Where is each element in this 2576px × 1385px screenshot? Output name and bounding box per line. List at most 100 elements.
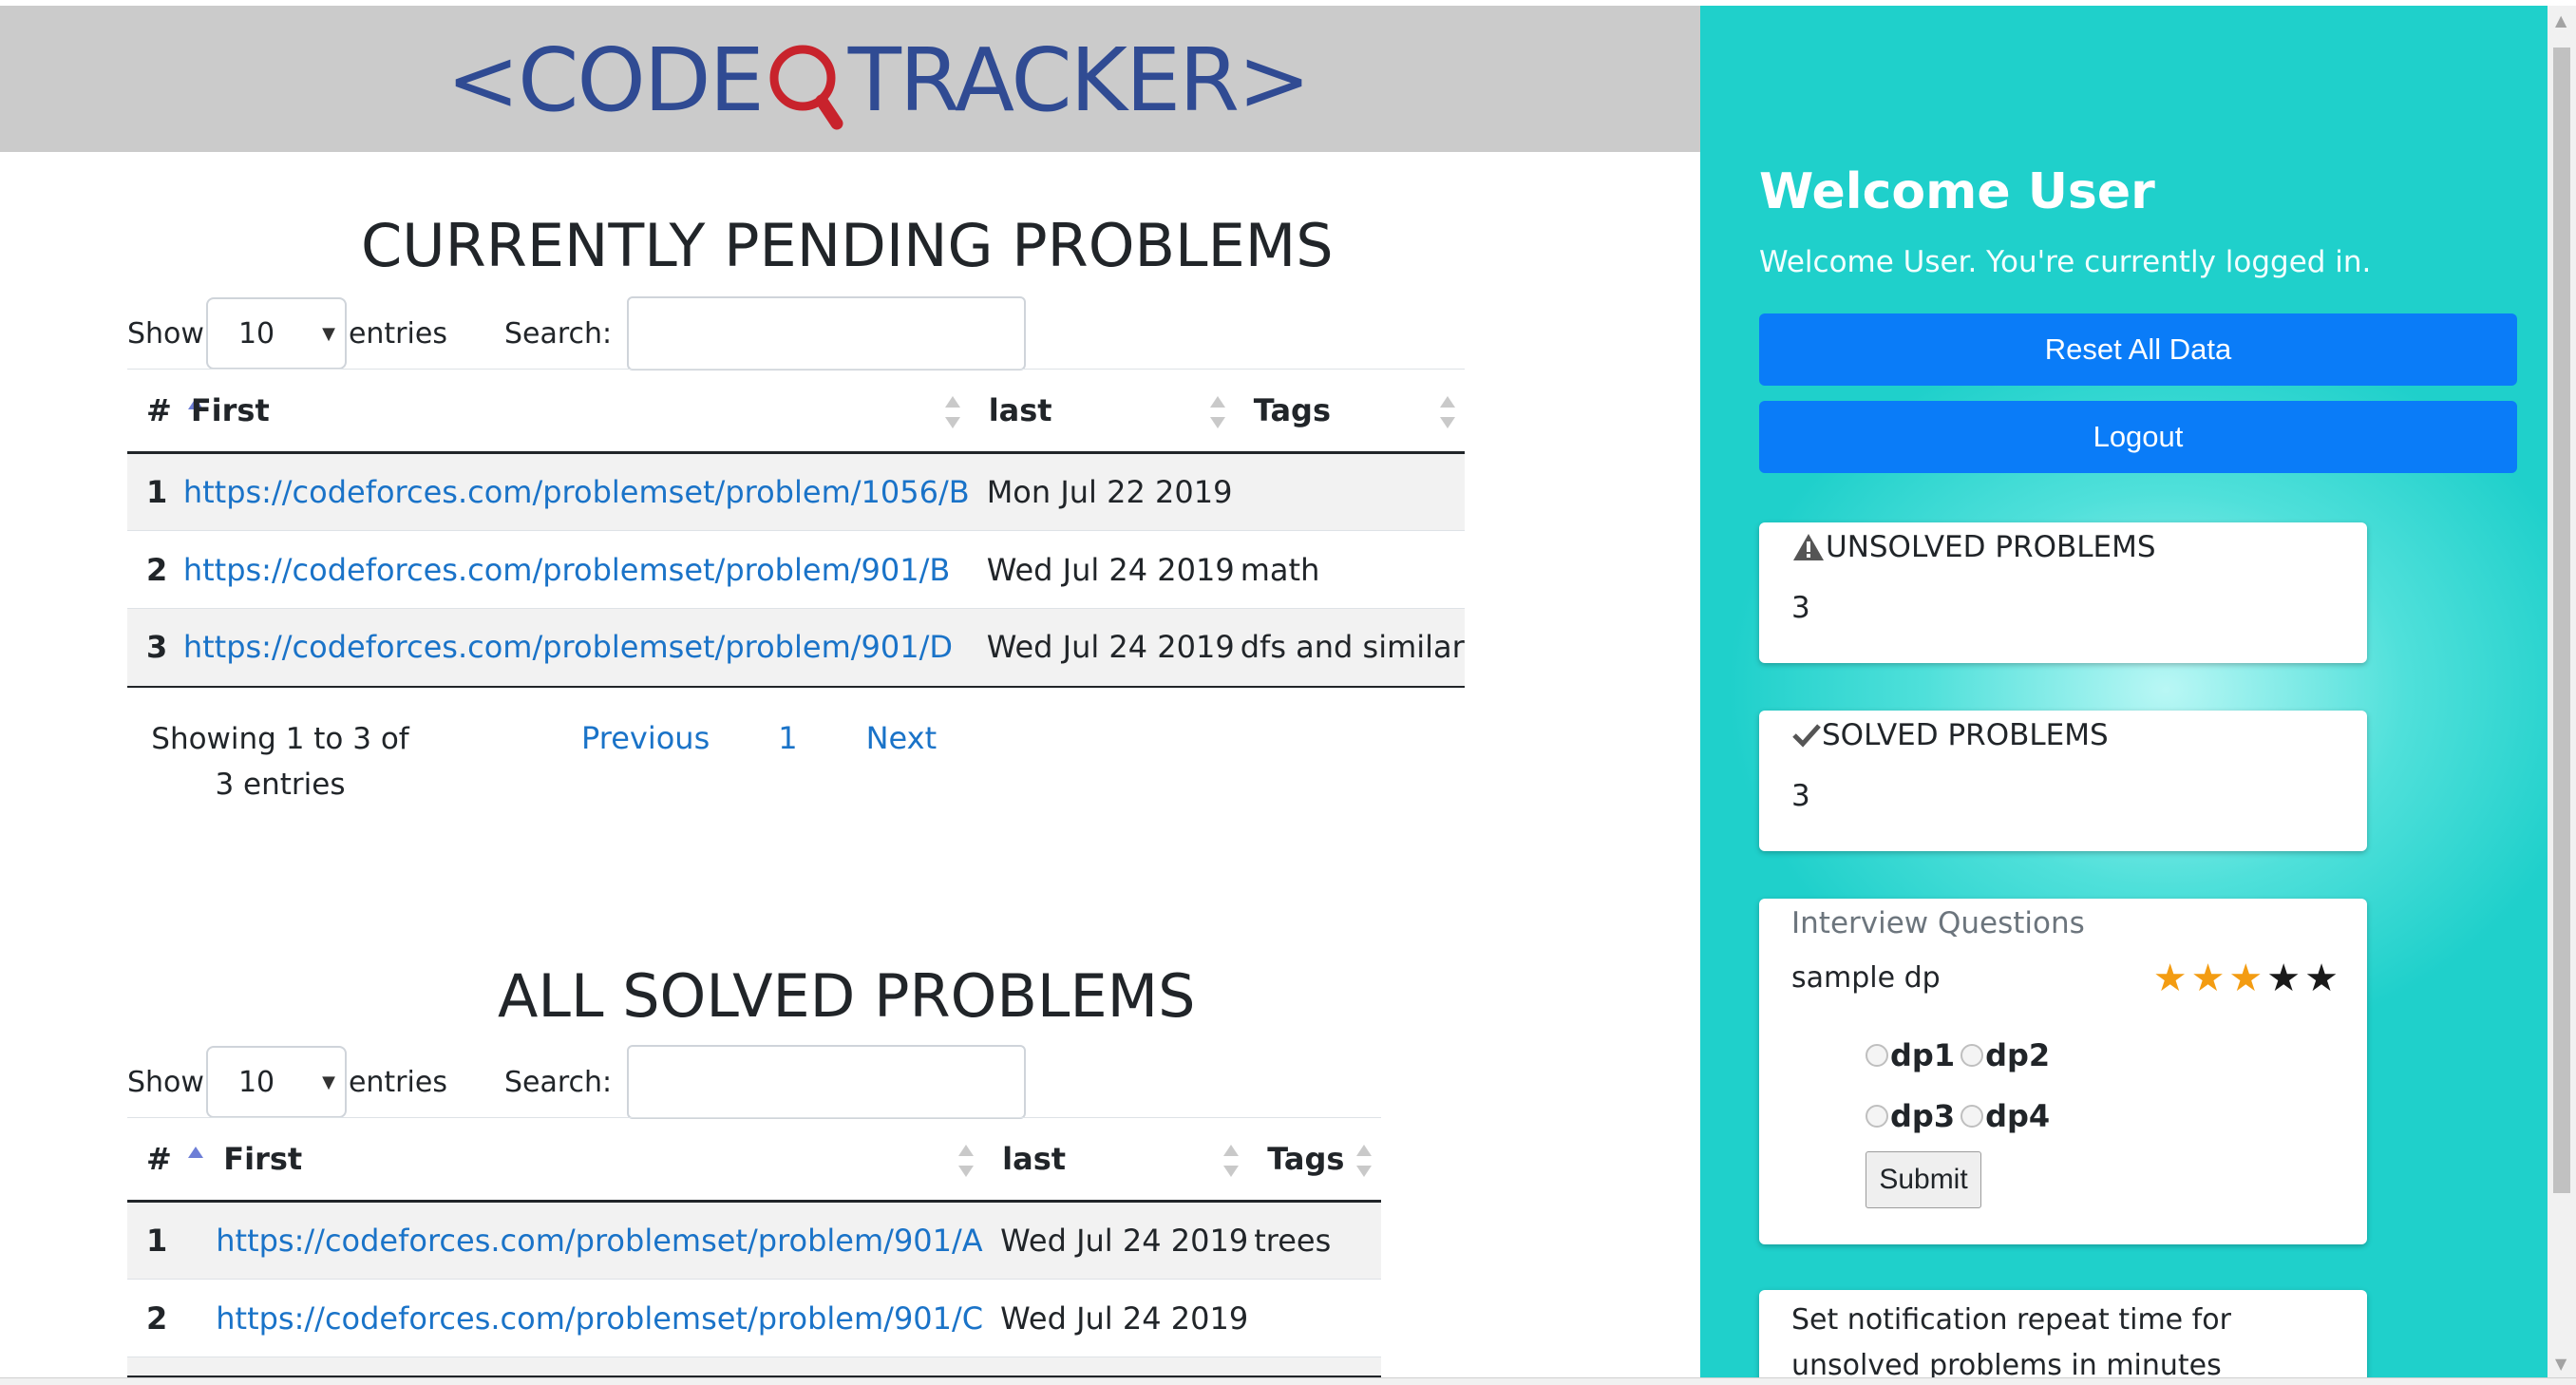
interview-card: Interview Questions sample dp ★ ★ ★ ★ ★ dp1 …: [1759, 899, 2367, 1244]
welcome-subtitle: Welcome User. You're currently logged in…: [1759, 245, 2372, 279]
entries-value: 10: [237, 1065, 275, 1099]
radio-dp2[interactable]: [1960, 1044, 1984, 1067]
show-label: Show: [127, 1065, 204, 1099]
solved-table: # First last Tags 1 https://codeforces.c…: [127, 1117, 1381, 1377]
table-row: 2 https://codeforces.com/problemset/prob…: [127, 1279, 1381, 1357]
interview-title: Interview Questions: [1791, 906, 2085, 940]
notification-text: Set notification repeat time for unsolve…: [1791, 1303, 2231, 1382]
sort-icon: [958, 1145, 975, 1177]
problem-link[interactable]: https://codeforces.com/problemset/proble…: [183, 474, 970, 510]
entries-label: entries: [348, 1065, 447, 1099]
row-tags: math: [1234, 530, 1465, 609]
radio-dp3[interactable]: [1866, 1105, 1888, 1128]
row-tags: [1248, 1279, 1381, 1357]
solved-label: SOLVED PROBLEMS: [1822, 718, 2109, 752]
problem-link[interactable]: https://codeforces.com/problemset/proble…: [183, 629, 953, 665]
options-row-1: dp1 dp2: [1866, 1037, 2050, 1073]
row-number: 3: [127, 608, 172, 688]
row-date: Wed Jul 24 2019: [969, 530, 1235, 609]
pending-title: CURRENTLY PENDING PROBLEMS: [361, 211, 1334, 280]
row-number: 2: [127, 530, 172, 609]
table-info: Showing 1 to 3 of 3 entries: [151, 722, 409, 802]
magnifier-icon: [767, 36, 844, 130]
radio-dp1[interactable]: [1866, 1044, 1888, 1067]
dropdown-arrow-icon: ▼: [322, 324, 335, 344]
dropdown-arrow-icon: ▼: [322, 1072, 335, 1092]
unsolved-heading: UNSOLVED PROBLEMS: [1791, 530, 2156, 564]
solved-controls: Show 10 ▼ entries Search:: [127, 1045, 1027, 1119]
scrollbar[interactable]: ▲ ▼: [2548, 6, 2576, 1379]
row-date: Wed Jul 24 2019: [969, 608, 1235, 688]
page-1-button[interactable]: 1: [778, 720, 797, 756]
unsolved-count: 3: [1791, 591, 1810, 625]
row-date: Wed Jul 24 2019: [983, 1279, 1249, 1357]
scroll-down-arrow-icon[interactable]: ▼: [2555, 1355, 2567, 1373]
table-row: 3 https://codeforces.com/problemset/prob…: [127, 608, 1465, 688]
col-number[interactable]: #: [127, 1117, 205, 1203]
solved-card: SOLVED PROBLEMS 3: [1759, 711, 2367, 851]
entries-select[interactable]: 10 ▼: [205, 1046, 347, 1118]
star-empty-icon[interactable]: ★: [2304, 958, 2339, 999]
row-number: 2: [127, 1279, 205, 1357]
table-row: 1 https://codeforces.com/problemset/prob…: [127, 1201, 1381, 1280]
row-tags: [1234, 452, 1465, 531]
col-last[interactable]: last: [983, 1117, 1249, 1203]
option-label: dp4: [1985, 1098, 2051, 1134]
star-filled-icon[interactable]: ★: [2191, 958, 2226, 999]
sort-icon: [944, 396, 960, 428]
check-icon: [1792, 724, 1821, 748]
row-number: 1: [127, 452, 172, 531]
sort-icon: [1439, 396, 1455, 428]
logout-button[interactable]: Logout: [1759, 401, 2517, 473]
radio-dp4[interactable]: [1960, 1105, 1984, 1128]
table-row: 1 https://codeforces.com/problemset/prob…: [127, 452, 1465, 531]
star-rating[interactable]: ★ ★ ★ ★ ★: [2150, 958, 2339, 999]
col-tags[interactable]: Tags: [1234, 369, 1465, 454]
next-button[interactable]: Next: [866, 720, 938, 756]
bottom-edge: [0, 1377, 2576, 1385]
option-label: dp2: [1985, 1037, 2051, 1073]
scroll-up-arrow-icon[interactable]: ▲: [2555, 11, 2567, 29]
table-row: 2 https://codeforces.com/problemset/prob…: [127, 530, 1465, 609]
search-input[interactable]: [627, 1045, 1027, 1119]
row-number: 1: [127, 1201, 205, 1280]
options-row-2: dp3 dp4: [1866, 1098, 2050, 1134]
problem-link[interactable]: https://codeforces.com/problemset/proble…: [216, 1223, 982, 1259]
unsolved-label: UNSOLVED PROBLEMS: [1826, 530, 2156, 564]
logo-suffix: TRACKER>: [847, 28, 1311, 131]
submit-button[interactable]: Submit: [1866, 1151, 1981, 1208]
reset-all-data-button[interactable]: Reset All Data: [1759, 313, 2517, 386]
col-number[interactable]: #: [127, 369, 203, 454]
problem-link[interactable]: https://codeforces.com/problemset/proble…: [183, 552, 951, 588]
col-first[interactable]: First: [171, 369, 970, 454]
sidebar-panel: Welcome User Welcome User. You're curren…: [1700, 6, 2548, 1385]
solved-heading: SOLVED PROBLEMS: [1791, 718, 2109, 752]
unsolved-card: UNSOLVED PROBLEMS 3: [1759, 522, 2367, 663]
interview-question: sample dp: [1791, 961, 1941, 995]
show-label: Show: [127, 316, 204, 351]
entries-select[interactable]: 10 ▼: [205, 297, 347, 370]
search-input[interactable]: [627, 296, 1027, 370]
solved-count: 3: [1791, 779, 1810, 813]
entries-value: 10: [237, 316, 275, 351]
welcome-title: Welcome User: [1759, 163, 2155, 220]
sort-icon: [1209, 396, 1225, 428]
search-label: Search:: [503, 1065, 613, 1099]
header-banner: <CODE TRACKER>: [0, 6, 1700, 152]
codetracker-logo[interactable]: <CODE TRACKER>: [446, 13, 1311, 146]
scrollbar-thumb[interactable]: [2553, 47, 2570, 1193]
row-tags: dfs and similar: [1234, 608, 1465, 688]
entries-label: entries: [348, 316, 447, 351]
previous-button[interactable]: Previous: [581, 720, 710, 756]
col-tags[interactable]: Tags: [1248, 1117, 1381, 1203]
star-filled-icon[interactable]: ★: [2228, 958, 2263, 999]
col-last[interactable]: last: [969, 369, 1235, 454]
problem-link[interactable]: https://codeforces.com/problemset/proble…: [216, 1300, 983, 1337]
col-first[interactable]: First: [204, 1117, 984, 1203]
star-filled-icon[interactable]: ★: [2153, 958, 2188, 999]
sort-icon: [1356, 1145, 1372, 1177]
logo-prefix: <CODE: [446, 28, 765, 131]
pending-controls: Show 10 ▼ entries Search:: [127, 296, 1027, 370]
star-empty-icon[interactable]: ★: [2266, 958, 2301, 999]
solved-title: ALL SOLVED PROBLEMS: [498, 961, 1196, 1031]
